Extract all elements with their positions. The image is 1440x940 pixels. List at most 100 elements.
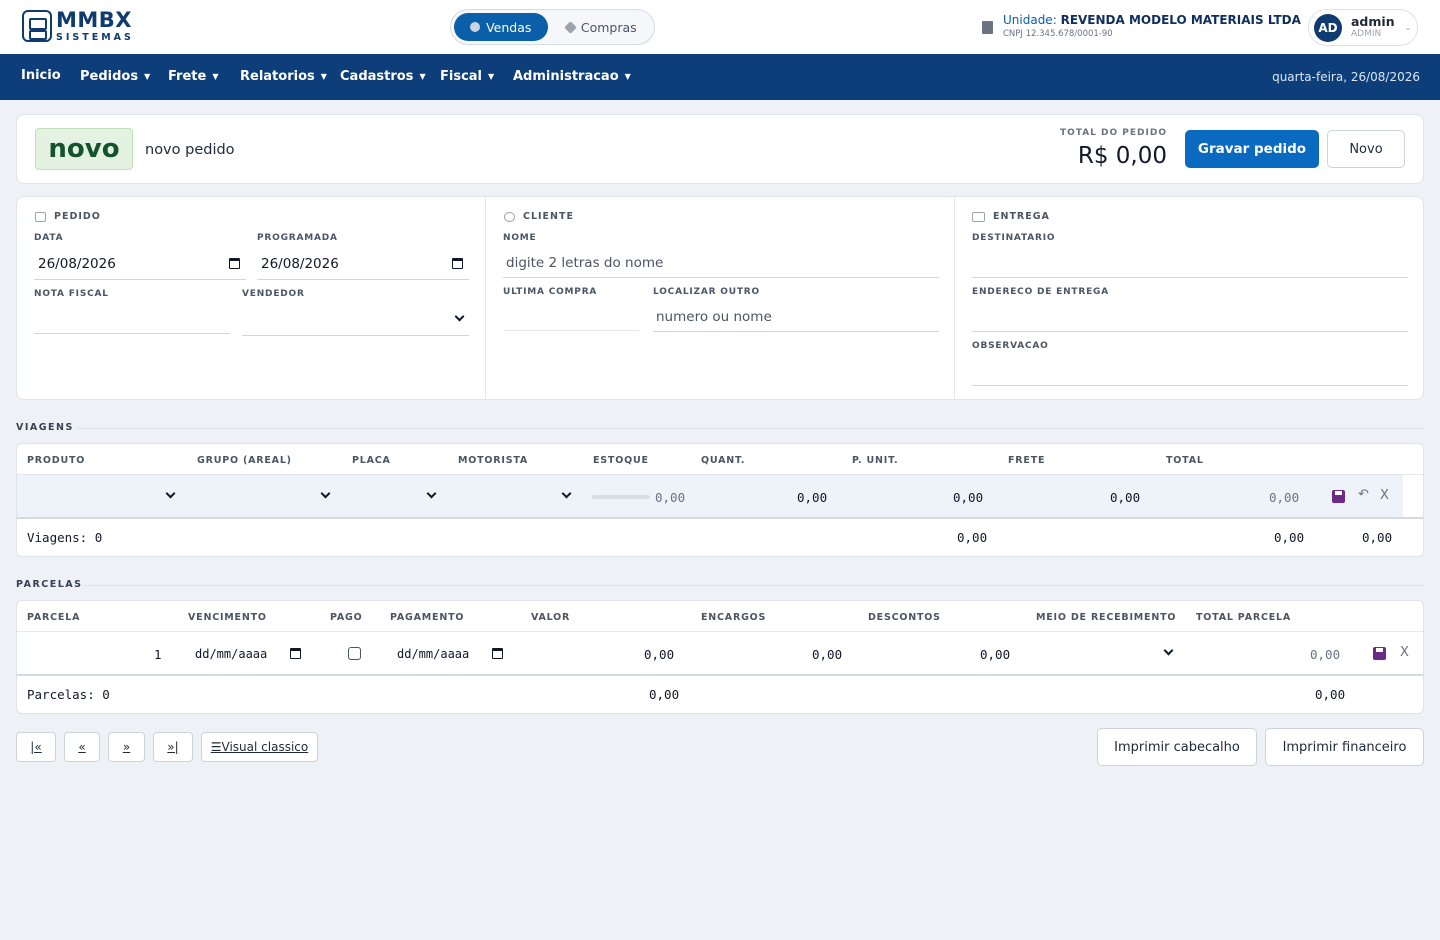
- programada-label: PROGRAMADA: [257, 233, 338, 243]
- brand-tagline: SISTEMAS: [56, 32, 134, 43]
- mode-vendas-button[interactable]: Vendas: [454, 13, 548, 41]
- row-divider: [17, 517, 1423, 519]
- delete-icon[interactable]: X: [1380, 488, 1389, 503]
- print-header-button[interactable]: Imprimir cabecalho: [1097, 728, 1257, 766]
- parcelas-section-title: PARCELAS: [16, 579, 83, 590]
- save-icon[interactable]: [1373, 647, 1386, 660]
- col-quant: QUANT.: [701, 455, 746, 466]
- col-parcela: PARCELA: [27, 612, 81, 623]
- data-field[interactable]: 26/08/2026: [38, 256, 116, 272]
- mode-compras-button[interactable]: Compras: [552, 13, 651, 41]
- caret-down-icon: ▼: [144, 72, 151, 81]
- calendar-icon[interactable]: [290, 648, 301, 659]
- meio-select[interactable]: [1163, 645, 1174, 656]
- new-order-button[interactable]: Novo: [1327, 130, 1405, 168]
- motorista-select[interactable]: [561, 488, 572, 499]
- grupo-select[interactable]: [320, 488, 331, 499]
- unit-info: Unidade: REVENDA MODELO MATERIAIS LTDA C…: [982, 13, 1301, 39]
- classic-view-button[interactable]: ☰Visual classico: [201, 732, 318, 762]
- col-vencimento: VENCIMENTO: [188, 612, 267, 623]
- undo-icon[interactable]: ↶: [1358, 487, 1369, 502]
- logo-icon: [22, 10, 52, 43]
- table-row: 1 dd/mm/aaaa dd/mm/aaaa 0,00 0,00 0,00 0…: [17, 632, 1423, 675]
- brand-logo[interactable]: MMBX SISTEMAS: [22, 10, 134, 43]
- pagamento-input[interactable]: dd/mm/aaaa: [397, 647, 469, 661]
- nome-input[interactable]: digite 2 letras do nome: [506, 255, 663, 271]
- top-bar: MMBX SISTEMAS Vendas Compras Unidade: RE…: [0, 0, 1440, 54]
- estoque-value: 0,00: [655, 490, 686, 505]
- last-record-button[interactable]: »|: [153, 732, 193, 762]
- descontos-input[interactable]: 0,00: [980, 647, 1010, 662]
- data-label: DATA: [34, 233, 64, 243]
- col-total: TOTAL: [1166, 455, 1204, 466]
- nav-cadastros[interactable]: Cadastros ▼: [340, 69, 426, 84]
- building-icon: [982, 21, 993, 34]
- prev-record-button[interactable]: «: [64, 732, 100, 762]
- viagens-section-title: VIAGENS: [16, 422, 74, 433]
- col-frete: FRETE: [1008, 455, 1046, 466]
- ultima-compra-label: ULTIMA COMPRA: [503, 287, 598, 297]
- user-name: admin: [1351, 14, 1395, 30]
- encargos-input[interactable]: 0,00: [812, 647, 842, 662]
- col-valor: VALOR: [531, 612, 571, 623]
- order-header: novo novo pedido TOTAL DO PEDIDO R$ 0,00…: [16, 114, 1424, 184]
- status-badge: novo: [35, 128, 133, 170]
- pago-checkbox[interactable]: [348, 647, 361, 660]
- field-underline: [257, 279, 469, 280]
- calendar-icon[interactable]: [229, 258, 240, 269]
- produto-select[interactable]: [165, 488, 176, 499]
- field-underline: [503, 277, 939, 278]
- valor-input[interactable]: 0,00: [644, 647, 674, 662]
- placa-select[interactable]: [426, 488, 437, 499]
- nav-pedidos[interactable]: Pedidos ▼: [80, 69, 150, 84]
- destinatario-field[interactable]: [972, 277, 1408, 278]
- avatar: AD: [1314, 13, 1342, 42]
- col-descontos: DESCONTOS: [868, 612, 941, 623]
- viagens-count: Viagens: 0: [27, 530, 103, 545]
- col-pago: PAGO: [330, 612, 363, 623]
- viagens-sum-extra: 0,00: [1362, 530, 1393, 545]
- field-underline: [34, 279, 246, 280]
- user-menu[interactable]: AD admin ADMIN ⌄: [1308, 9, 1418, 46]
- entrega-title: ENTREGA: [972, 211, 1050, 222]
- frete-input[interactable]: 0,00: [1110, 490, 1140, 505]
- calendar-icon[interactable]: [492, 648, 503, 659]
- next-record-button[interactable]: »: [108, 732, 145, 762]
- nota-fiscal-label: NOTA FISCAL: [34, 289, 109, 299]
- chevron-down-icon[interactable]: [454, 311, 465, 322]
- nav-administracao[interactable]: Administracao ▼: [513, 69, 631, 84]
- field-underline: [653, 331, 939, 332]
- divider: [954, 197, 955, 399]
- vendedor-select[interactable]: [242, 335, 469, 336]
- delete-icon[interactable]: X: [1400, 645, 1409, 660]
- viagens-sum-punit: 0,00: [957, 530, 988, 545]
- observacao-field[interactable]: [972, 385, 1408, 386]
- estoque-bar: [592, 495, 650, 499]
- save-order-button[interactable]: Gravar pedido: [1185, 130, 1319, 168]
- print-financial-button[interactable]: Imprimir financeiro: [1265, 728, 1424, 766]
- punit-input[interactable]: 0,00: [953, 490, 983, 505]
- nota-fiscal-field[interactable]: [34, 333, 230, 334]
- total-label: TOTAL DO PEDIDO: [1059, 128, 1167, 138]
- endereco-field[interactable]: [972, 331, 1408, 332]
- nav-inicio[interactable]: Inicio: [21, 68, 61, 83]
- calendar-icon[interactable]: [452, 258, 463, 269]
- caret-down-icon: ▼: [624, 72, 631, 81]
- vencimento-input[interactable]: dd/mm/aaaa: [195, 647, 267, 661]
- nav-relatorios[interactable]: Relatorios ▼: [240, 69, 327, 84]
- programada-field[interactable]: 26/08/2026: [261, 256, 339, 272]
- col-total-parcela: TOTAL PARCELA: [1196, 612, 1292, 623]
- viagens-table: PRODUTO GRUPO (AREAL) PLACA MOTORISTA ES…: [16, 443, 1424, 557]
- first-record-button[interactable]: |«: [16, 732, 56, 762]
- nav-frete[interactable]: Frete ▼: [168, 69, 218, 84]
- ultima-compra-field: [503, 330, 639, 331]
- localizar-input[interactable]: numero ou nome: [656, 309, 772, 325]
- table-row: 0,00 0,00 0,00 0,00 0,00 ↶ X: [17, 475, 1403, 518]
- current-date: quarta-feira, 26/08/2026: [1272, 70, 1420, 84]
- quant-input[interactable]: 0,00: [797, 490, 827, 505]
- calendar-icon: [35, 211, 46, 222]
- caret-down-icon: ▼: [419, 72, 426, 81]
- nome-label: NOME: [503, 233, 537, 243]
- nav-fiscal[interactable]: Fiscal ▼: [440, 69, 494, 84]
- save-icon[interactable]: [1332, 490, 1345, 503]
